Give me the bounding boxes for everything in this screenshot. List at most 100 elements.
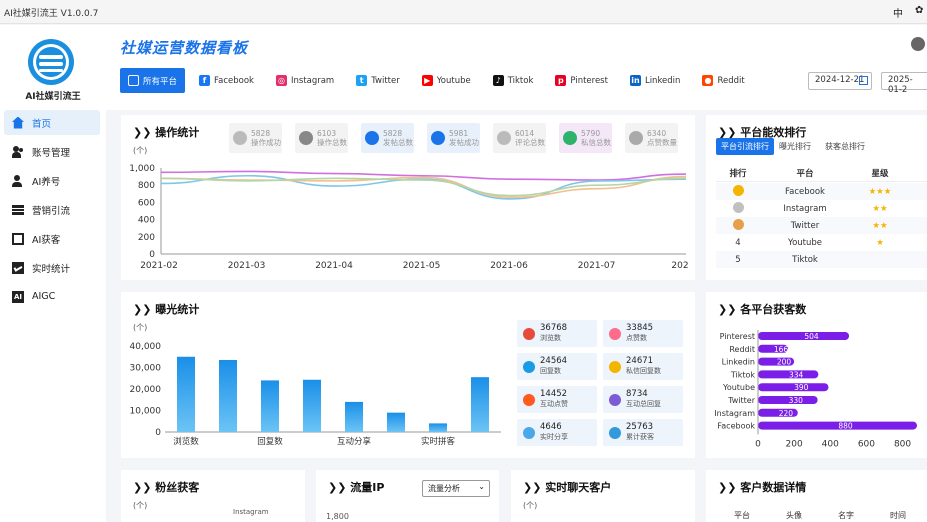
acquisition-title: ❯❯ 各平台获客数 [718, 301, 806, 317]
robot-user-icon [12, 174, 24, 187]
bar [345, 401, 363, 432]
language-icon[interactable]: 中 [893, 5, 903, 20]
double-chevron-icon: ❯❯ [718, 303, 741, 316]
tab-tiktok[interactable]: ♪ Tiktok [485, 68, 542, 93]
tab-all-platforms[interactable]: 所有平台 [120, 68, 186, 93]
tab-youtube[interactable]: ▶ Youtube [414, 68, 479, 93]
chat-card: ❯❯ 实时聊天客户 (个) [511, 470, 695, 522]
nav-item-ai-accounts[interactable]: AI养号 [4, 168, 100, 193]
exposure-stat-label: 浏览数 [540, 334, 561, 342]
double-chevron-icon: ❯❯ [718, 481, 741, 494]
settings-gear-icon[interactable] [911, 37, 925, 51]
details-title: ❯❯ 客户数据详情 [718, 479, 806, 495]
settings-icon[interactable]: ✿ [915, 5, 923, 16]
stat-label: 发帖总数 [383, 138, 413, 147]
stat-label: 私信总数 [581, 138, 611, 147]
ranking-row: 5 Tiktok [716, 251, 927, 268]
tab-pinterest[interactable]: p Pinterest [547, 68, 616, 93]
tab-label: Facebook [214, 75, 254, 86]
end-date-picker[interactable]: 2025-01-2 [881, 72, 927, 95]
rank-tab-exposure[interactable]: 曝光排行 [774, 138, 816, 155]
ops-card: ❯❯ 操作统计 (个) 5828 操作成功 6103 操作总数 5828 发帖总数 5981… [121, 115, 695, 280]
nav-label: 首页 [32, 118, 52, 130]
rank-cell: 5 [735, 254, 741, 265]
aigc-icon: AI [12, 290, 24, 303]
category-label: Twitter [727, 396, 756, 405]
stars-cell: ★★ [872, 220, 888, 231]
details-col-header: 名字 [838, 511, 854, 520]
category-label: Tiktok [730, 370, 756, 379]
stars-col-header: 星级 [871, 169, 889, 179]
ops-stat-chip: 5828 操作成功 [229, 123, 282, 153]
double-chevron-icon: ❯❯ [133, 303, 156, 316]
end-date-value: 2025-01-2 [888, 75, 913, 95]
x-tick-label: 2021-03 [228, 261, 266, 271]
calendar-icon [859, 76, 868, 85]
nav-item-marketing[interactable]: 营销引流 [4, 197, 100, 222]
platform-cell: Facebook [785, 186, 825, 197]
stat-text: 5790 私信总数 [581, 129, 611, 147]
bar [261, 380, 279, 432]
start-date-picker[interactable]: 2024-12-21 [808, 72, 872, 90]
tab-label: Tiktok [507, 75, 534, 86]
nav-item-accounts[interactable]: 账号管理 [4, 139, 100, 164]
ops-stat-chip: 5828 发帖总数 [361, 123, 414, 153]
stat-icon [629, 131, 643, 145]
exposure-stat-text: 33845 点赞数 [626, 324, 653, 343]
exposure-stat-text: 4646 实时分享 [540, 423, 568, 442]
ranking-row: Facebook ★★★ [716, 183, 927, 200]
traffic-select-value: 流量分析 [428, 484, 460, 493]
stat-icon [497, 131, 511, 145]
stat-text: 6340 点赞数量 [647, 129, 677, 147]
nav-item-ai-leads[interactable]: AI获客 [4, 226, 100, 251]
fans-title-text: 粉丝获客 [155, 481, 200, 494]
ranking-row: 4 Youtube ★ [716, 234, 927, 251]
stat-value: 6014 [515, 129, 535, 138]
stat-icon [563, 131, 577, 145]
exposure-stat-label: 互动点赞 [540, 400, 568, 408]
x-tick-label: 实时拼客 [421, 436, 456, 447]
rank-tab-acquisition[interactable]: 获客总排行 [820, 138, 870, 155]
chat-title-text: 实时聊天客户 [545, 481, 612, 494]
x-tick-label: 2021-07 [578, 261, 616, 271]
stat-value: 5981 [449, 129, 469, 138]
nav-label: AI获客 [32, 234, 61, 246]
ops-stat-chip: 6014 评论总数 [493, 123, 546, 153]
stat-text: 5828 操作成功 [251, 129, 281, 147]
rank-medal-icon [716, 201, 760, 216]
dashboard-header: 社媒运营数据看板 所有平台 f Facebook ◎ Instagram t Twit… [106, 25, 927, 110]
grid-icon [128, 75, 139, 86]
bar [387, 412, 405, 432]
nav-label: AI养号 [32, 176, 61, 188]
exposure-stat-icon [609, 393, 621, 406]
x-tick-label: 0 [755, 439, 761, 449]
youtube-icon: ▶ [421, 75, 433, 86]
acquisition-title-text: 各平台获客数 [740, 303, 807, 316]
tab-facebook[interactable]: f Facebook [191, 68, 262, 93]
exposure-stat-icon [523, 393, 535, 406]
y-tick-label: 10,000 [130, 407, 162, 417]
ops-title-text: 操作统计 [155, 126, 200, 139]
exposure-stat-icon [609, 360, 621, 373]
nav-item-home[interactable]: 首页 [4, 110, 100, 135]
traffic-select[interactable]: 流量分析 ⌄ [422, 480, 490, 497]
x-tick-label: 400 [822, 439, 839, 449]
stars-cell: ★★ [872, 203, 888, 214]
tab-twitter[interactable]: t Twitter [348, 68, 408, 93]
y-tick-label: 200 [138, 233, 155, 243]
exposure-title-text: 曝光统计 [155, 303, 200, 316]
tab-label: Reddit [717, 75, 745, 86]
brand-logo [28, 39, 74, 85]
nav-item-aigc[interactable]: AI AIGC [4, 284, 100, 309]
exposure-stat-value: 14452 [540, 389, 568, 399]
exposure-stat-text: 24564 回复数 [540, 357, 567, 376]
rank-tab-traffic[interactable]: 平台引流排行 [716, 138, 774, 155]
ranking-header: 排行 平台 星级 [716, 165, 927, 182]
tab-reddit[interactable]: ● Reddit [694, 68, 752, 93]
x-tick-label: 202 [671, 261, 688, 271]
tab-instagram[interactable]: ◎ Instagram [268, 68, 342, 93]
nav-item-realtime-stats[interactable]: 实时统计 [4, 255, 100, 280]
tab-linkedin[interactable]: in Linkedin [622, 68, 688, 93]
ops-stat-chip: 6340 点赞数量 [625, 123, 678, 153]
chat-unit: (个) [523, 501, 538, 510]
